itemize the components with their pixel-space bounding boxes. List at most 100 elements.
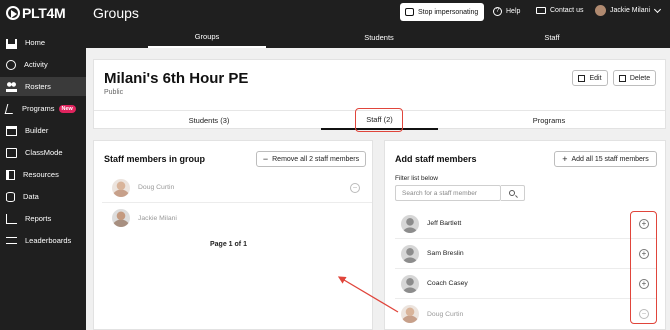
staff-tab-highlight (355, 108, 403, 132)
leaderboards-icon (6, 237, 17, 244)
contact-label: Contact us (550, 7, 584, 14)
plus-icon: + (562, 154, 568, 164)
delete-label: Delete (629, 74, 651, 82)
avatar (595, 5, 606, 16)
page-section-title: Groups (93, 5, 139, 21)
avatar (401, 274, 419, 293)
user-menu[interactable]: Jackie Milani (595, 5, 662, 16)
panel-title: Staff members in group (104, 154, 206, 164)
plt4m-logo[interactable]: PLT4M (6, 4, 66, 22)
avatar (112, 209, 130, 227)
avatar (401, 244, 419, 263)
add-staff-panel: Add staff members + Add all 15 staff mem… (384, 140, 666, 330)
list-item: Coach Casey + (395, 269, 657, 299)
help-link[interactable]: ? Help (493, 7, 520, 16)
staff-in-group-panel: Staff members in group − Remove all 2 st… (93, 140, 373, 330)
sidebar-item-builder[interactable]: Builder (0, 121, 86, 140)
help-icon: ? (493, 7, 502, 16)
edit-button[interactable]: Edit (572, 70, 608, 86)
filter-label: Filter list below (395, 175, 438, 182)
logo-text: PLT4M (22, 5, 66, 21)
search-button[interactable] (501, 185, 525, 201)
sidebar-item-label: Resources (23, 170, 59, 179)
sidebar-item-label: Programs (22, 104, 55, 113)
trash-icon (618, 74, 626, 82)
sidebar-item-label: Builder (25, 126, 49, 135)
member-name: Sam Breslin (427, 250, 464, 257)
data-icon (6, 191, 15, 202)
builder-icon (6, 125, 17, 136)
classmode-icon (6, 147, 17, 158)
tab-students[interactable]: Students (320, 26, 438, 48)
sidebar-item-label: Home (25, 38, 46, 47)
avatar (401, 214, 419, 233)
activity-icon (6, 59, 16, 70)
sidebar-item-label: Data (23, 192, 39, 201)
edit-label: Edit (589, 74, 602, 82)
roster-subtabs: Groups Students Staff (86, 26, 670, 48)
sidebar-item-programs[interactable]: Programs New (0, 99, 86, 118)
add-all-label: Add all 15 staff members (571, 155, 649, 163)
sidebar-item-reports[interactable]: Reports (0, 209, 86, 228)
new-badge: New (58, 104, 76, 113)
top-bar: PLT4M Groups Stop impersonating ? Help C… (0, 0, 670, 26)
sidebar-item-label: ClassMode (25, 148, 63, 157)
sidebar-item-classmode[interactable]: ClassMode (0, 143, 86, 162)
remove-all-button[interactable]: − Remove all 2 staff members (256, 151, 366, 167)
list-item: Sam Breslin + (395, 239, 657, 269)
list-item: Doug Curtin − (102, 173, 372, 203)
impersonate-icon (405, 8, 414, 16)
reports-icon (6, 213, 17, 224)
member-name: Jeff Bartlett (427, 220, 462, 227)
avatar (401, 305, 419, 323)
search-icon (509, 190, 515, 196)
help-label: Help (506, 8, 521, 15)
member-name: Jackie Milani (138, 214, 177, 222)
sidebar: Home Activity Rosters Programs New Build… (0, 26, 86, 330)
page-title: Milani's 6th Hour PE (104, 70, 249, 87)
users-icon (6, 81, 17, 92)
play-icon (6, 6, 20, 20)
group-visibility: Public (104, 89, 124, 96)
member-name: Doug Curtin (138, 184, 175, 191)
member-name: Coach Casey (427, 280, 468, 287)
runner-icon (4, 103, 16, 114)
tab-programs[interactable]: Programs (474, 111, 624, 130)
pagination-label: Page 1 of 1 (210, 241, 247, 248)
sidebar-item-label: Reports (25, 214, 52, 223)
sidebar-item-label: Activity (24, 60, 48, 69)
tab-staff[interactable]: Staff (493, 26, 611, 48)
sidebar-item-label: Rosters (25, 82, 51, 91)
delete-button[interactable]: Delete (613, 70, 656, 86)
tab-students-count[interactable]: Students (3) (134, 111, 284, 130)
list-item: Jeff Bartlett + (395, 209, 657, 239)
minus-circle-icon[interactable]: − (350, 183, 360, 193)
add-all-button[interactable]: + Add all 15 staff members (554, 151, 657, 167)
sidebar-item-leaderboards[interactable]: Leaderboards (0, 231, 86, 250)
sidebar-item-rosters[interactable]: Rosters (0, 77, 86, 96)
pencil-icon (578, 74, 586, 82)
sidebar-item-label: Leaderboards (25, 236, 72, 245)
list-item: Jackie Milani (102, 203, 372, 233)
remove-all-label: Remove all 2 staff members (272, 155, 360, 163)
user-name: Jackie Milani (610, 7, 651, 14)
add-buttons-highlight (630, 211, 657, 324)
sidebar-item-resources[interactable]: Resources (0, 165, 86, 184)
sidebar-item-data[interactable]: Data (0, 187, 86, 206)
stop-impersonating-button[interactable]: Stop impersonating (400, 3, 484, 21)
main-content: Groups Students Staff Milani's 6th Hour … (86, 26, 670, 330)
chevron-down-icon (654, 5, 662, 13)
tab-groups[interactable]: Groups (148, 26, 266, 48)
stop-impersonating-label: Stop impersonating (418, 8, 479, 16)
mail-icon (536, 7, 546, 14)
member-name: Doug Curtin (427, 310, 464, 318)
search-input[interactable]: Search for a staff member (395, 185, 501, 201)
avatar (112, 178, 130, 197)
sidebar-item-activity[interactable]: Activity (0, 55, 86, 74)
minus-icon: − (262, 154, 269, 164)
resources-icon (6, 169, 15, 180)
list-item: Doug Curtin − (395, 299, 657, 329)
sidebar-item-home[interactable]: Home (0, 33, 86, 52)
contact-us-link[interactable]: Contact us (536, 7, 583, 14)
panel-title: Add staff members (395, 154, 477, 164)
